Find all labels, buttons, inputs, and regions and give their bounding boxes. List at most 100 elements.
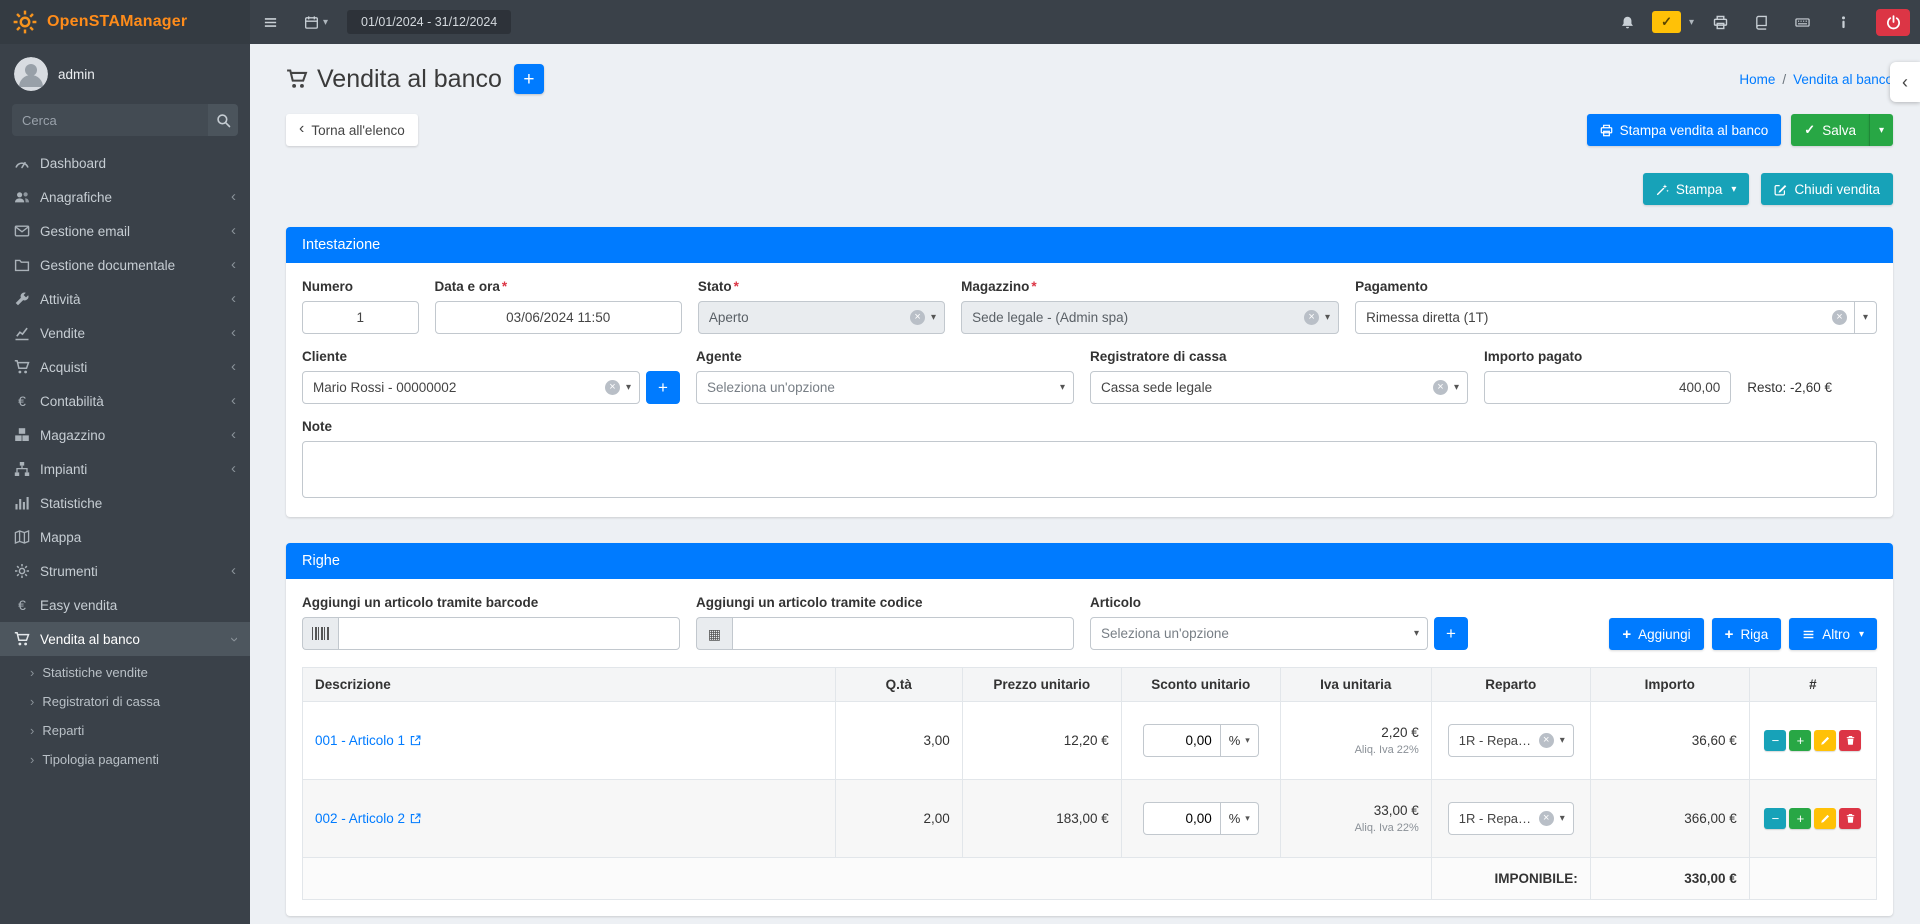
articolo-link[interactable]: 002 - Articolo 2: [315, 811, 421, 826]
sidebar-item-gestione-email[interactable]: Gestione email‹: [0, 214, 250, 248]
agente-select[interactable]: Seleziona un'opzione▾: [696, 371, 1074, 404]
add-record-button[interactable]: +: [514, 64, 544, 94]
euro-icon: €: [14, 597, 30, 613]
decrease-qty-button[interactable]: −: [1764, 808, 1786, 829]
todo-check-button[interactable]: ✓: [1652, 11, 1681, 33]
save-dropdown-toggle[interactable]: ▾: [1869, 114, 1893, 146]
logout-button[interactable]: [1876, 9, 1910, 36]
todo-dropdown-toggle[interactable]: ▾: [1683, 0, 1700, 44]
aggiungi-button[interactable]: +Aggiungi: [1609, 618, 1703, 650]
documentation-button[interactable]: [1741, 0, 1782, 44]
reparto-select[interactable]: 1R - Reparto 1...×▾: [1448, 802, 1574, 835]
edit-row-button[interactable]: [1814, 808, 1836, 829]
clear-icon[interactable]: ×: [1539, 811, 1554, 826]
close-sale-button[interactable]: Chiudi vendita: [1761, 173, 1893, 205]
sidebar-item-vendita-al-banco[interactable]: Vendita al banco‹: [0, 622, 250, 656]
clear-icon[interactable]: ×: [1433, 380, 1448, 395]
importo-pagato-input[interactable]: [1484, 371, 1731, 404]
add-cliente-button[interactable]: +: [646, 371, 680, 404]
sidebar-item-vendite[interactable]: Vendite‹: [0, 316, 250, 350]
add-articolo-button[interactable]: +: [1434, 617, 1468, 650]
sidebar-item-statistiche[interactable]: Statistiche: [0, 486, 250, 520]
back-to-list-button[interactable]: ‹Torna all'elenco: [286, 114, 418, 146]
sidebar-item-impianti[interactable]: Impianti‹: [0, 452, 250, 486]
sidebar-item-contabilita[interactable]: €Contabilità‹: [0, 384, 250, 418]
decrease-qty-button[interactable]: −: [1764, 730, 1786, 751]
sidebar-subitem-statistiche-vendite[interactable]: ›Statistiche vendite: [0, 658, 250, 687]
sidebar-item-mappa[interactable]: Mappa: [0, 520, 250, 554]
sconto-input[interactable]: [1143, 724, 1221, 757]
sidebar-item-dashboard[interactable]: Dashboard: [0, 146, 250, 180]
increase-qty-button[interactable]: +: [1789, 730, 1811, 751]
clear-icon[interactable]: ×: [1832, 310, 1847, 325]
magazzino-select[interactable]: Sede legale - (Admin spa)×▾: [961, 301, 1339, 334]
date-range[interactable]: 01/01/2024 - 31/12/2024: [347, 10, 511, 34]
sidebar-item-strumenti[interactable]: Strumenti‹: [0, 554, 250, 588]
altro-button[interactable]: Altro▾: [1789, 618, 1877, 650]
righe-panel: Righe Aggiungi un articolo tramite barco…: [286, 543, 1893, 916]
clear-icon[interactable]: ×: [1539, 733, 1554, 748]
column-header-qta: Q.tà: [835, 668, 962, 702]
chevron-left-icon: ‹: [231, 461, 236, 476]
chevron-down-icon: ‹: [226, 637, 241, 642]
registratore-select[interactable]: Cassa sede legale×▾: [1090, 371, 1468, 404]
iva-aliquota: Aliq. Iva 22%: [1293, 744, 1419, 756]
barcode-input[interactable]: [338, 617, 680, 650]
sidebar-item-easy-vendita[interactable]: €Easy vendita: [0, 588, 250, 622]
search-button[interactable]: [208, 104, 238, 136]
save-button[interactable]: ✓Salva: [1791, 114, 1869, 146]
note-textarea[interactable]: [302, 441, 1877, 498]
envelope-icon: [14, 223, 30, 239]
delete-row-button[interactable]: [1839, 808, 1861, 829]
print-options-button[interactable]: Stampa▾: [1643, 173, 1750, 205]
data-ora-input[interactable]: [435, 301, 682, 334]
numero-input[interactable]: [302, 301, 419, 334]
user-panel[interactable]: admin: [0, 44, 250, 102]
sidebar-item-anagrafiche[interactable]: Anagrafiche‹: [0, 180, 250, 214]
resto-text: Resto: -2,60 €: [1747, 380, 1832, 404]
edit-row-button[interactable]: [1814, 730, 1836, 751]
reparto-select[interactable]: 1R - Reparto 1...×▾: [1448, 724, 1574, 757]
codice-input[interactable]: [732, 617, 1074, 650]
search-input[interactable]: [12, 104, 208, 136]
clear-icon[interactable]: ×: [1304, 310, 1319, 325]
collapse-arrow-button[interactable]: ‹: [1890, 62, 1920, 102]
sidebar-subitem-registratori-di-cassa[interactable]: ›Registratori di cassa: [0, 687, 250, 716]
delete-row-button[interactable]: [1839, 730, 1861, 751]
caret-down-icon: ▾: [1731, 184, 1736, 195]
print-button[interactable]: [1700, 0, 1741, 44]
articolo-select[interactable]: Seleziona un'opzione▾: [1090, 617, 1428, 650]
sidebar-subitem-reparti[interactable]: ›Reparti: [0, 716, 250, 745]
clear-icon[interactable]: ×: [605, 380, 620, 395]
sconto-unit-select[interactable]: %▾: [1221, 724, 1259, 757]
caret-down-icon: ▾: [1245, 735, 1250, 746]
brand[interactable]: OpenSTAManager: [0, 0, 250, 44]
sconto-input[interactable]: [1143, 802, 1221, 835]
notifications-button[interactable]: [1607, 0, 1648, 44]
shortcuts-button[interactable]: [1782, 0, 1823, 44]
clear-icon[interactable]: ×: [910, 310, 925, 325]
info-button[interactable]: [1823, 0, 1864, 44]
cliente-select[interactable]: Mario Rossi - 00000002×▾: [302, 371, 640, 404]
breadcrumb-home-link[interactable]: Home: [1739, 72, 1775, 87]
breadcrumb-current-link[interactable]: Vendita al banco: [1793, 72, 1893, 87]
pagamento-label: Pagamento: [1355, 279, 1877, 294]
riga-button[interactable]: +Riga: [1712, 618, 1782, 650]
sidebar-item-magazzino[interactable]: Magazzino‹: [0, 418, 250, 452]
print-sale-button[interactable]: Stampa vendita al banco: [1587, 114, 1782, 146]
sidebar-toggle-button[interactable]: [250, 0, 291, 44]
pagamento-select[interactable]: Rimessa diretta (1T)×▾: [1355, 301, 1877, 334]
stato-select[interactable]: Aperto×▾: [698, 301, 945, 334]
articolo-link[interactable]: 001 - Articolo 1: [315, 733, 421, 748]
bell-icon: [1620, 15, 1635, 30]
sidebar-subitem-tipologia-pagamenti[interactable]: ›Tipologia pagamenti: [0, 745, 250, 774]
increase-qty-button[interactable]: +: [1789, 808, 1811, 829]
period-picker-button[interactable]: ▾: [291, 0, 341, 44]
sidebar-item-gestione-documentale[interactable]: Gestione documentale‹: [0, 248, 250, 282]
sidebar-item-acquisti[interactable]: Acquisti‹: [0, 350, 250, 384]
sconto-unit-select[interactable]: %▾: [1221, 802, 1259, 835]
sidebar-submenu: ›Statistiche vendite ›Registratori di ca…: [0, 656, 250, 778]
note-label: Note: [302, 419, 1877, 434]
external-link-icon: [410, 735, 421, 746]
sidebar-item-attivita[interactable]: Attività‹: [0, 282, 250, 316]
